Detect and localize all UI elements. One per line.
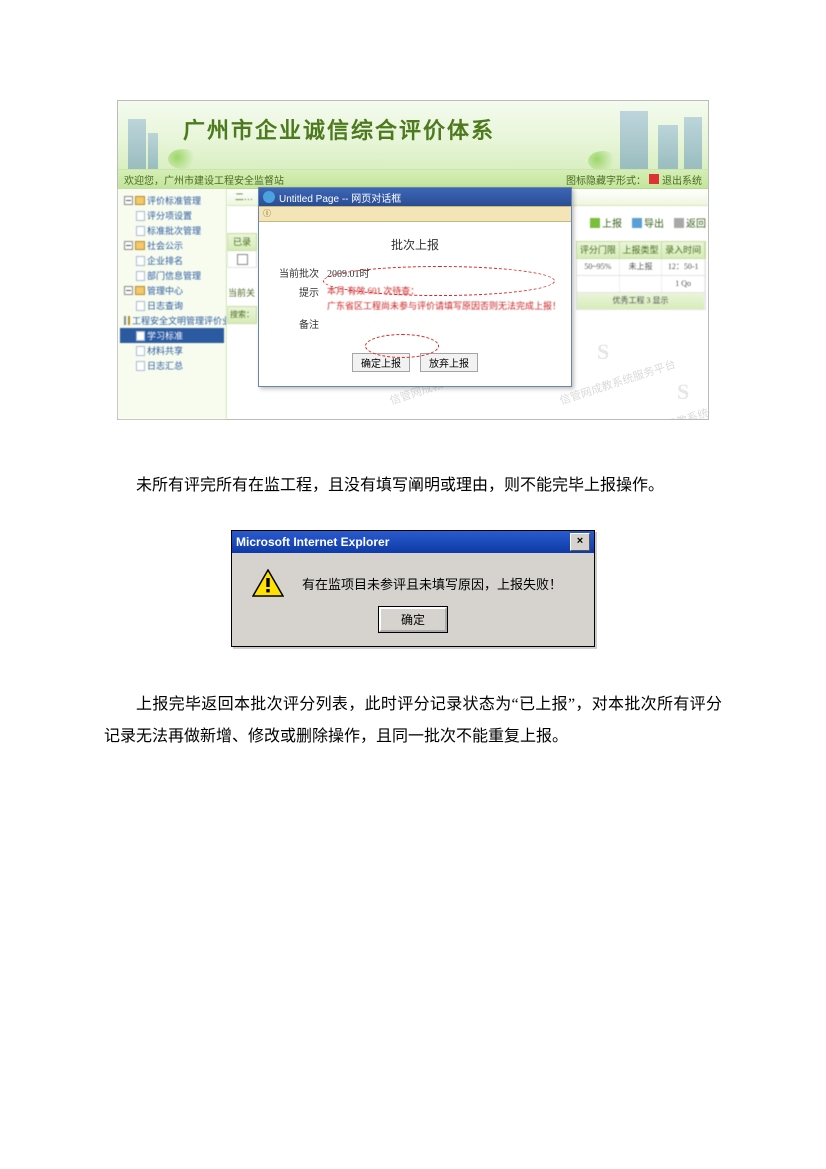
dialog-title-text: Untitled Page -- 网页对话框 — [279, 190, 401, 205]
page-icon — [136, 271, 145, 281]
watermark-text: 信管网成教系统服务平台 — [557, 356, 677, 409]
dialog-heading: 批次上报 — [259, 230, 571, 263]
upload-button[interactable]: 上报 — [590, 215, 622, 230]
field-label: 提示 — [279, 284, 327, 312]
close-icon[interactable]: × — [570, 533, 590, 551]
table-header: 评分门限 上报类型 录入时间 — [576, 241, 706, 259]
body-paragraph: 未所有评完所有在监工程，且没有填写阐明或理由，则不能完毕上报操作。 — [104, 470, 722, 502]
sidebar-item[interactable]: 管理中心 — [120, 283, 224, 298]
welcome-text: 欢迎您，广州市建设工程安全监督站 — [124, 172, 284, 187]
remark-input[interactable] — [327, 316, 561, 331]
watermark-text: 信管网成教系统服务平台 — [632, 391, 708, 419]
collapse-icon[interactable] — [124, 316, 126, 325]
app-screenshot: 广州市企业诚信综合评价体系 欢迎您，广州市建设工程安全监督站 图标隐藏字形式： … — [117, 100, 709, 420]
back-icon — [674, 218, 684, 228]
export-icon — [632, 218, 642, 228]
folder-icon — [128, 316, 130, 325]
page-icon — [136, 361, 145, 371]
collapse-icon[interactable] — [124, 286, 133, 295]
folder-icon — [135, 241, 145, 250]
nav-sidebar: 评价标准管理 评分项设置 标准批次管理 社会公示 企业排名 部门信息管理 管理中… — [118, 189, 227, 419]
col-header: 上报类型 — [620, 242, 663, 258]
page-icon — [136, 346, 145, 356]
layout-hint: 图标隐藏字形式： — [566, 172, 646, 187]
checkbox-icon[interactable] — [237, 254, 248, 265]
table-footer: 优秀工程 3 显示 — [576, 293, 706, 310]
exit-button[interactable]: 退出系统 — [662, 172, 702, 187]
page-icon — [136, 256, 145, 266]
confirm-upload-button[interactable]: 确定上报 — [352, 353, 410, 372]
page-icon — [136, 226, 145, 236]
folder-icon — [135, 286, 145, 295]
page-icon — [136, 331, 145, 341]
filter-label: 当前关 — [227, 286, 257, 302]
field-label: 当前批次 — [279, 265, 327, 280]
score-table: 评分门限 上报类型 录入时间 50~95% 未上报 12：50-1 1 Qo 优… — [576, 241, 706, 310]
back-button[interactable]: 返回 — [674, 215, 706, 230]
dialog-title-text: Microsoft Internet Explorer — [236, 535, 389, 549]
batch-upload-dialog: Untitled Page -- 网页对话框 Ⓘ 批次上报 当前批次 2009.… — [258, 187, 572, 387]
sidebar-item[interactable]: 日志汇总 — [120, 358, 224, 373]
table-row[interactable]: 1 Qo — [576, 276, 706, 293]
ie-alert-dialog: Microsoft Internet Explorer × 有在监项目未参评且未… — [231, 530, 595, 647]
search-label: 搜索： — [227, 306, 257, 324]
sidebar-item[interactable]: 评分项设置 — [120, 208, 224, 223]
upload-icon — [590, 218, 600, 228]
dialog-addressbar: Ⓘ — [259, 206, 571, 222]
sidebar-item[interactable]: 标准批次管理 — [120, 223, 224, 238]
ok-button[interactable]: 确定 — [379, 607, 447, 632]
sidebar-item[interactable]: 工程安全文明管理评价业务 — [120, 313, 224, 328]
filter-strip: 已录 当前关 搜索： — [227, 233, 257, 324]
folder-icon — [135, 196, 145, 205]
field-label: 备注 — [279, 316, 327, 331]
col-header: 录入时间 — [662, 242, 705, 258]
app-banner: 广州市企业诚信综合评价体系 — [118, 101, 708, 170]
sidebar-item-selected[interactable]: 学习标准 — [120, 328, 224, 343]
sidebar-item[interactable]: 部门信息管理 — [120, 268, 224, 283]
col-header: 已录 — [227, 233, 257, 251]
warning-text: 本月 有效 601 次待查： 广东省区工程尚未参与评价请填写原因否则无法完成上报… — [327, 284, 561, 312]
exit-icon[interactable] — [649, 174, 659, 184]
sidebar-item[interactable]: 企业排名 — [120, 253, 224, 268]
sidebar-item[interactable]: 材料共享 — [120, 343, 224, 358]
dialog-titlebar[interactable]: Microsoft Internet Explorer × — [232, 531, 594, 553]
col-header: 评分门限 — [577, 242, 620, 258]
action-toolbar: 上报 导出 返回 — [590, 215, 706, 230]
alert-message: 有在监项目未参评且未填写原因，上报失败！ — [302, 574, 562, 593]
cancel-upload-button[interactable]: 放弃上报 — [420, 353, 478, 372]
ie-icon — [263, 191, 275, 203]
app-title: 广州市企业诚信综合评价体系 — [183, 113, 495, 145]
watermark-logo: S — [597, 339, 609, 365]
table-row[interactable]: 50~95% 未上报 12：50-1 — [576, 259, 706, 276]
sidebar-item[interactable]: 日志查询 — [120, 298, 224, 313]
export-button[interactable]: 导出 — [632, 215, 664, 230]
warning-icon — [252, 569, 284, 597]
field-value: 2009.01时 — [327, 265, 561, 280]
sidebar-item[interactable]: 评价标准管理 — [120, 193, 224, 208]
row-checkbox[interactable] — [227, 251, 257, 268]
sidebar-item[interactable]: 社会公示 — [120, 238, 224, 253]
dialog-body: 批次上报 当前批次 2009.01时 提示 本月 有效 601 次待查： 广东省… — [259, 222, 571, 386]
page-icon — [136, 211, 145, 221]
watermark-logo: S — [677, 379, 689, 405]
collapse-icon[interactable] — [124, 196, 133, 205]
page-icon — [136, 301, 145, 311]
dialog-titlebar[interactable]: Untitled Page -- 网页对话框 — [259, 188, 571, 206]
body-paragraph: 上报完毕返回本批次评分列表，此时评分记录状态为“已上报”，对本批次所有评分记录无… — [104, 689, 722, 753]
collapse-icon[interactable] — [124, 241, 133, 250]
